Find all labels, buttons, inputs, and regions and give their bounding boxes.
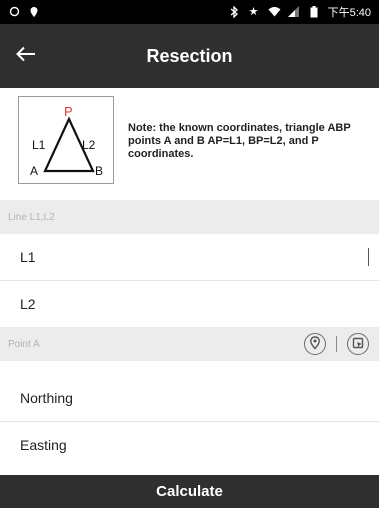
point-library-icon bbox=[352, 337, 364, 352]
diagram-point-b: B bbox=[95, 164, 103, 178]
star-icon: ★ bbox=[248, 6, 259, 18]
l2-input[interactable] bbox=[60, 289, 363, 319]
section-header-line: Line L1,L2 bbox=[0, 200, 379, 234]
l2-label: L2 bbox=[20, 296, 36, 312]
easting-label: Easting bbox=[20, 437, 67, 453]
l1-input[interactable] bbox=[60, 242, 363, 272]
easting-field-row[interactable]: Easting bbox=[0, 422, 379, 468]
action-divider bbox=[336, 336, 337, 352]
sync-icon bbox=[8, 6, 20, 18]
calculate-button[interactable]: Calculate bbox=[0, 475, 379, 508]
northing-label: Northing bbox=[20, 390, 73, 406]
select-point-button[interactable] bbox=[347, 333, 369, 355]
bluetooth-icon bbox=[228, 5, 240, 19]
diagram-point-a: A bbox=[30, 164, 38, 178]
pick-location-button[interactable] bbox=[304, 333, 326, 355]
back-button[interactable] bbox=[0, 24, 52, 88]
status-time: 下午5:40 bbox=[327, 7, 371, 19]
wifi-icon bbox=[268, 6, 281, 18]
status-bar: ★ 下午5:40 bbox=[0, 0, 379, 24]
northing-field-row[interactable]: Northing bbox=[0, 375, 379, 421]
location-pin-icon bbox=[309, 335, 321, 353]
section-header-point-a: Point A bbox=[0, 327, 379, 361]
location-pin-icon bbox=[28, 6, 40, 18]
triangle-diagram: P L1 L2 A B bbox=[18, 96, 114, 184]
easting-input[interactable] bbox=[100, 430, 363, 460]
note-text: Note: the known coordinates, triangle AB… bbox=[128, 122, 351, 160]
text-cursor bbox=[368, 248, 369, 266]
arrow-left-icon bbox=[16, 46, 36, 67]
signal-icon bbox=[287, 6, 300, 18]
diagram-side-l1: L1 bbox=[32, 138, 46, 152]
l2-field-row[interactable]: L2 bbox=[0, 281, 379, 327]
battery-icon bbox=[308, 6, 320, 18]
l1-field-row[interactable]: L1 bbox=[0, 234, 379, 280]
section-header-line-label: Line L1,L2 bbox=[8, 211, 55, 223]
l1-label: L1 bbox=[20, 249, 36, 265]
diagram-apex-label: P bbox=[64, 104, 73, 119]
diagram-side-l2: L2 bbox=[82, 138, 96, 152]
page-title: Resection bbox=[146, 45, 233, 66]
app-bar: Resection bbox=[0, 24, 379, 88]
northing-input[interactable] bbox=[100, 383, 363, 413]
section-header-point-a-label: Point A bbox=[8, 338, 40, 350]
